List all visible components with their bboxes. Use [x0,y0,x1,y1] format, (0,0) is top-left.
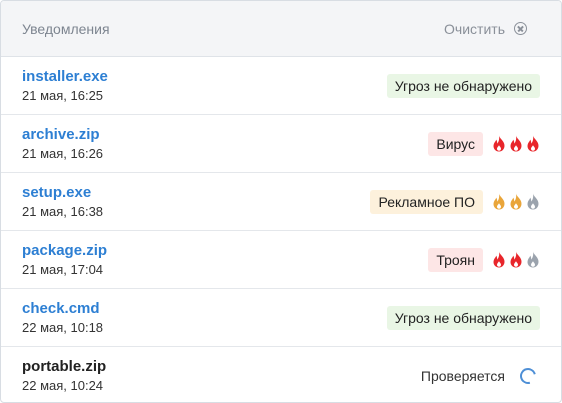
file-info: check.cmd 22 мая, 10:18 [22,300,103,336]
clear-button-label: Очистить [444,20,505,37]
file-name-link[interactable]: check.cmd [22,300,103,318]
file-info: installer.exe 21 мая, 16:25 [22,68,108,104]
threat-level [492,135,540,152]
close-circle-icon [514,22,527,35]
flame-icon [510,135,522,152]
file-date: 21 мая, 16:38 [22,203,104,219]
file-name-link[interactable]: archive.zip [22,126,103,144]
notification-row: portable.zip 22 мая, 10:24 Проверяется [1,347,561,402]
status-text: Проверяется [420,368,505,384]
status-badge: Рекламное ПО [370,189,483,214]
file-info: portable.zip 22 мая, 10:24 [22,358,106,394]
file-date: 21 мая, 16:26 [22,145,104,161]
file-date: 22 мая, 10:24 [22,378,104,393]
notifications-panel: Уведомления Очистить installer.exe 21 мая… [0,0,562,403]
file-date: 21 мая, 17:04 [22,261,104,277]
flame-icon [493,135,505,152]
notification-list: installer.exe 21 мая, 16:25 Угроз не обнар… [1,57,561,402]
scan-status: Троян [428,247,540,272]
threat-level [492,193,540,210]
file-name-link[interactable]: installer.exe [22,68,108,86]
status-badge: Угроз не обнаружено [386,73,540,98]
scan-status: Угроз не обнаружено [386,73,540,98]
flame-icon [527,251,539,268]
scan-status: Вирус [428,131,540,156]
flame-icon [510,251,522,268]
flame-icon [527,135,539,152]
notification-row: archive.zip 21 мая, 16:26 Вирус [1,115,561,173]
flame-icon [493,193,505,210]
status-badge: Угроз не обнаружено [386,305,540,330]
scan-status: Угроз не обнаружено [386,305,540,330]
scan-status: Проверяется [420,365,540,387]
file-name-link[interactable]: package.zip [22,242,107,260]
file-info: package.zip 21 мая, 17:04 [22,242,107,278]
file-info: setup.exe 21 мая, 16:38 [22,184,103,220]
flame-icon [510,193,522,210]
notification-row: setup.exe 21 мая, 16:38 Рекламное ПО [1,173,561,231]
file-date: 22 мая, 10:18 [22,319,104,335]
file-date: 21 мая, 16:25 [22,87,104,103]
panel-header: Уведомления Очистить [1,1,561,57]
loading-spinner-icon [517,365,539,387]
notification-row: installer.exe 21 мая, 16:25 Угроз не обнар… [1,57,561,115]
panel-title: Уведомления [22,20,110,37]
threat-level [492,251,540,268]
file-name-link: portable.zip [22,358,107,375]
notification-row: check.cmd 22 мая, 10:18 Угроз не обнаружен… [1,289,561,347]
file-name-link[interactable]: setup.exe [22,184,103,202]
scan-status: Рекламное ПО [370,189,540,214]
flame-icon [493,251,505,268]
clear-button[interactable]: Очистить [444,21,527,37]
file-info: archive.zip 21 мая, 16:26 [22,126,103,162]
notification-row: package.zip 21 мая, 17:04 Троян [1,231,561,289]
flame-icon [527,193,539,210]
status-badge: Троян [428,247,483,272]
status-badge: Вирус [428,131,483,156]
